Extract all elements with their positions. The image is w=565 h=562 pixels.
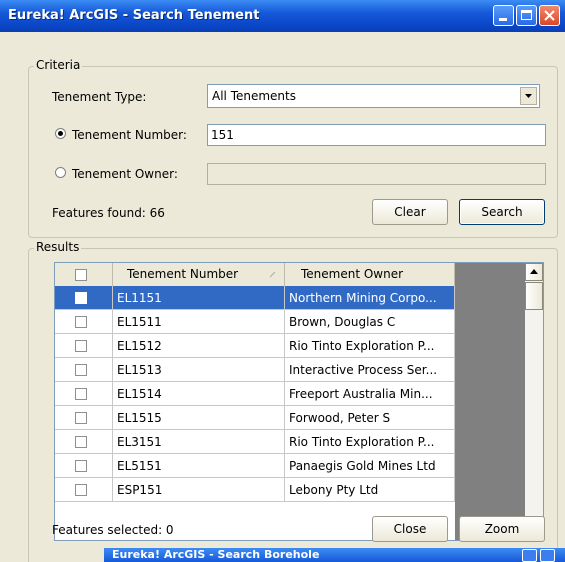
tenement-owner-label: Tenement Owner: [72, 167, 178, 181]
row-checkbox-cell[interactable] [55, 286, 113, 310]
tenement-type-label: Tenement Type: [52, 90, 147, 104]
tenement-owner-cell: Forwood, Peter S [285, 406, 455, 430]
row-checkbox-cell[interactable] [55, 430, 113, 454]
borehole-window-title: Eureka! ArcGIS - Search Borehole [112, 548, 320, 561]
tenement-number-cell: EL3151 [113, 430, 285, 454]
row-checkbox-cell[interactable] [55, 310, 113, 334]
chevron-down-icon [525, 94, 532, 98]
table-header: Tenement Number Tenement Owner [55, 263, 455, 287]
tenement-number-cell: EL1512 [113, 334, 285, 358]
arrow-up-icon [530, 269, 538, 274]
column-header-number[interactable]: Tenement Number [113, 263, 285, 286]
tenement-number-input[interactable]: 151 [207, 124, 546, 146]
maximize-button[interactable] [516, 5, 537, 26]
maximize-icon [521, 10, 532, 20]
scroll-up-button[interactable] [525, 263, 543, 281]
row-checkbox[interactable] [75, 436, 87, 448]
search-tenement-window: Eureka! ArcGIS - Search Tenement Criteri… [0, 0, 565, 562]
tenement-owner-cell: Freeport Australia Min... [285, 382, 455, 406]
table-row[interactable]: EL1514 Freeport Australia Min... [55, 382, 455, 406]
table-row[interactable]: EL1512 Rio Tinto Exploration P... [55, 334, 455, 358]
tenement-number-cell: EL1151 [113, 286, 285, 310]
minimize-icon [499, 18, 507, 21]
row-checkbox-cell[interactable] [55, 454, 113, 478]
search-button[interactable]: Search [459, 199, 545, 225]
tenement-owner-radio[interactable] [55, 167, 66, 178]
tenement-owner-cell: Interactive Process Ser... [285, 358, 455, 382]
table-row[interactable]: EL1151 Northern Mining Corpo... [55, 286, 455, 310]
row-checkbox[interactable] [75, 484, 87, 496]
title-bar[interactable]: Eureka! ArcGIS - Search Tenement [0, 0, 565, 32]
borehole-title-bar[interactable]: Eureka! ArcGIS - Search Borehole [104, 548, 565, 562]
features-selected-text: Features selected: 0 [52, 523, 174, 537]
tenement-number-radio[interactable] [55, 128, 66, 139]
column-header-number-label: Tenement Number [127, 267, 239, 281]
close-icon [544, 10, 555, 21]
tenement-type-select[interactable]: All Tenements [207, 84, 540, 108]
row-checkbox-cell[interactable] [55, 406, 113, 430]
scroll-thumb[interactable] [525, 282, 543, 310]
tenement-owner-cell: Northern Mining Corpo... [285, 286, 455, 310]
row-checkbox[interactable] [75, 388, 87, 400]
table-row[interactable]: ESP151 Lebony Pty Ltd [55, 478, 455, 502]
close-window-button[interactable] [539, 5, 560, 26]
tenement-owner-cell: Panaegis Gold Mines Ltd [285, 454, 455, 478]
tenement-owner-cell: Rio Tinto Exploration P... [285, 430, 455, 454]
tenement-owner-cell: Rio Tinto Exploration P... [285, 334, 455, 358]
search-borehole-window[interactable]: Eureka! ArcGIS - Search Borehole [104, 548, 565, 562]
borehole-minimize-button[interactable] [522, 549, 537, 562]
minimize-button[interactable] [493, 5, 514, 26]
row-checkbox[interactable] [75, 412, 87, 424]
results-table[interactable]: Tenement Number Tenement Owner EL1151 Nor… [54, 262, 544, 541]
tenement-number-label: Tenement Number: [72, 128, 187, 142]
table-empty-area [455, 263, 525, 540]
tenement-type-value: All Tenements [212, 89, 296, 103]
window-title: Eureka! ArcGIS - Search Tenement [8, 8, 260, 23]
row-checkbox[interactable] [75, 460, 87, 472]
criteria-legend: Criteria [34, 58, 83, 72]
column-header-owner[interactable]: Tenement Owner [285, 263, 455, 286]
vertical-scrollbar[interactable] [525, 263, 543, 540]
zoom-button[interactable]: Zoom [459, 516, 545, 542]
sort-icon [269, 271, 276, 278]
tenement-number-cell: EL1513 [113, 358, 285, 382]
header-checkbox-cell[interactable] [55, 263, 113, 286]
tenement-number-cell: ESP151 [113, 478, 285, 502]
column-header-owner-label: Tenement Owner [301, 267, 404, 281]
tenement-number-cell: EL5151 [113, 454, 285, 478]
row-checkbox[interactable] [75, 292, 87, 304]
features-found-text: Features found: 66 [52, 206, 165, 220]
row-checkbox-cell[interactable] [55, 358, 113, 382]
tenement-owner-input[interactable] [207, 163, 546, 185]
dropdown-button[interactable] [520, 87, 537, 105]
row-checkbox[interactable] [75, 316, 87, 328]
row-checkbox[interactable] [75, 340, 87, 352]
table-row[interactable]: EL3151 Rio Tinto Exploration P... [55, 430, 455, 454]
tenement-owner-cell: Lebony Pty Ltd [285, 478, 455, 502]
row-checkbox[interactable] [75, 364, 87, 376]
borehole-maximize-button[interactable] [540, 549, 555, 562]
results-legend: Results [34, 240, 82, 254]
tenement-number-cell: EL1514 [113, 382, 285, 406]
tenement-owner-cell: Brown, Douglas C [285, 310, 455, 334]
tenement-number-value: 151 [211, 128, 234, 142]
row-checkbox-cell[interactable] [55, 478, 113, 502]
close-button[interactable]: Close [372, 516, 448, 542]
clear-button[interactable]: Clear [372, 199, 448, 225]
row-checkbox-cell[interactable] [55, 334, 113, 358]
table-row[interactable]: EL1515 Forwood, Peter S [55, 406, 455, 430]
select-all-checkbox[interactable] [75, 269, 87, 281]
table-row[interactable]: EL1511 Brown, Douglas C [55, 310, 455, 334]
row-checkbox-cell[interactable] [55, 382, 113, 406]
table-row[interactable]: EL1513 Interactive Process Ser... [55, 358, 455, 382]
tenement-number-cell: EL1515 [113, 406, 285, 430]
tenement-number-cell: EL1511 [113, 310, 285, 334]
table-row[interactable]: EL5151 Panaegis Gold Mines Ltd [55, 454, 455, 478]
